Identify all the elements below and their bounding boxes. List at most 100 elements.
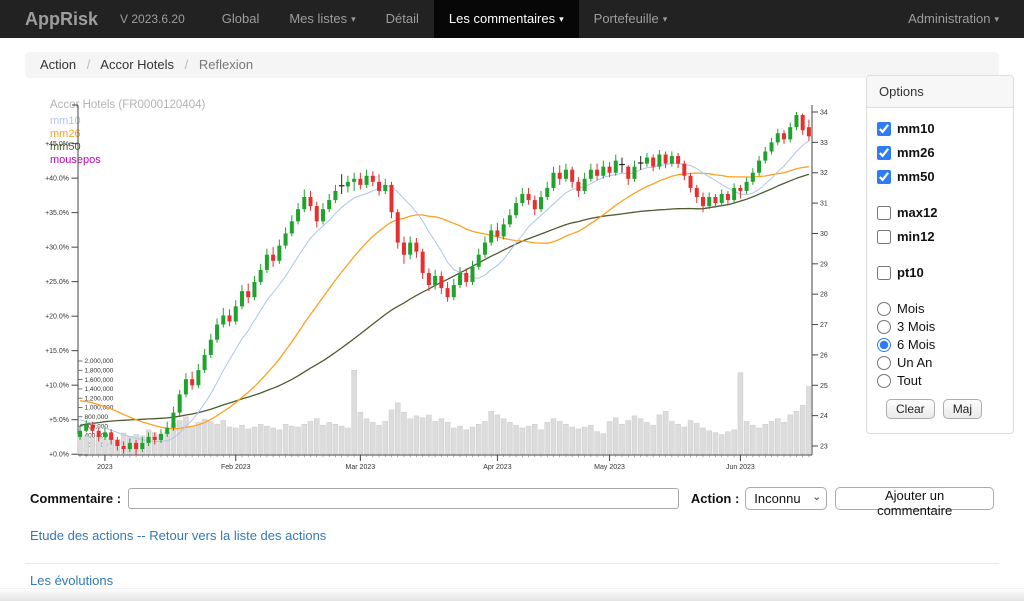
volume-bar (314, 419, 319, 454)
candle-body (240, 291, 244, 306)
breadcrumb-item-accor-hotels[interactable]: Accor Hotels (100, 57, 174, 72)
candle-body (390, 185, 394, 212)
candle-body (664, 155, 668, 164)
checkbox-mm26[interactable]: mm26 (877, 145, 1003, 160)
candle-body (140, 443, 144, 449)
volume-bar (308, 421, 313, 454)
candle-body (539, 197, 543, 209)
un-an-radio[interactable] (877, 356, 891, 370)
candle-body (657, 155, 661, 167)
candle-body (514, 203, 518, 215)
volume-bar (358, 412, 363, 454)
breadcrumb-separator: / (185, 57, 189, 72)
nav-item-mes-listes[interactable]: Mes listes▾ (274, 0, 370, 38)
candlestick-chart[interactable]: Accor Hotels (FR0000120404)mm10mm26mm50m… (28, 93, 850, 475)
price-tick-label: 32 (820, 170, 828, 177)
volume-bar (557, 421, 562, 454)
mm50-checkbox[interactable] (877, 170, 891, 184)
candle-body (165, 428, 169, 434)
checkbox-min12[interactable]: min12 (877, 229, 1003, 244)
candle-body (508, 215, 512, 224)
volume-bar (202, 419, 207, 454)
nav-item-administration[interactable]: Administration▾ (893, 0, 1024, 38)
candle-body (115, 440, 119, 446)
study-actions-link[interactable]: Etude des actions (30, 528, 133, 543)
back-to-list-link[interactable]: Retour vers la liste des actions (149, 528, 326, 543)
nav-item-detail[interactable]: Détail (371, 0, 434, 38)
radio-6-mois[interactable]: 6 Mois (877, 337, 1003, 352)
min12-checkbox[interactable] (877, 230, 891, 244)
candle-body (645, 158, 649, 164)
max12-checkbox[interactable] (877, 206, 891, 220)
breadcrumb-separator: / (87, 57, 91, 72)
6-mois-radio[interactable] (877, 338, 891, 352)
candle-body (576, 182, 580, 191)
volume-bar (426, 415, 431, 454)
checkbox-mm10[interactable]: mm10 (877, 121, 1003, 136)
candle-body (171, 413, 175, 428)
volume-bar (520, 428, 525, 454)
clear-button[interactable]: Clear (886, 399, 935, 419)
volume-bar (595, 432, 600, 454)
x-tick-label: 2023 (97, 464, 113, 471)
comment-input[interactable] (128, 488, 679, 509)
radio-un-an[interactable]: Un An (877, 355, 1003, 370)
options-panel: Options mm10 mm26 mm50 max12 min12 pt10 (866, 75, 1014, 434)
candle-body (196, 370, 200, 385)
volume-bar (682, 427, 687, 454)
candle-body (632, 167, 636, 179)
candle-body (402, 243, 406, 255)
volume-bar (545, 422, 550, 454)
volume-bar (401, 412, 406, 454)
3-mois-radio[interactable] (877, 320, 891, 334)
volume-bar (806, 387, 811, 454)
add-comment-button[interactable]: Ajouter un commentaire (835, 487, 994, 510)
pct-tick-label: +35.0% (45, 210, 69, 217)
legend-mm10: mm10 (50, 115, 81, 127)
candle-body (309, 197, 313, 206)
candle-body (595, 170, 599, 176)
checkbox-pt10[interactable]: pt10 (877, 265, 1003, 280)
checkbox-max12[interactable]: max12 (877, 205, 1003, 220)
radio-mois[interactable]: Mois (877, 301, 1003, 316)
maj-button[interactable]: Maj (943, 399, 982, 419)
pct-tick-label: +25.0% (45, 279, 69, 286)
candle-body (502, 224, 506, 236)
volume-bar (800, 405, 805, 454)
pt10-checkbox[interactable] (877, 266, 891, 280)
candle-body (794, 115, 798, 127)
volume-bar (551, 419, 556, 454)
mm26-checkbox[interactable] (877, 146, 891, 160)
candle-body (564, 170, 568, 179)
price-tick-label: 25 (820, 383, 828, 390)
candle-body (246, 291, 250, 297)
radio-3-mois[interactable]: 3 Mois (877, 319, 1003, 334)
candle-body (608, 167, 612, 173)
nav-item-les-commentaires[interactable]: Les commentaires▾ (434, 0, 579, 38)
candle-body (807, 127, 811, 136)
radio-tout[interactable]: Tout (877, 373, 1003, 388)
volume-bar (190, 426, 195, 454)
checkbox-mm50[interactable]: mm50 (877, 169, 1003, 184)
volume-bar (769, 421, 774, 454)
candle-body (776, 133, 780, 142)
candle-body (520, 194, 524, 203)
mm10-line (80, 141, 809, 442)
mm10-checkbox[interactable] (877, 122, 891, 136)
evolutions-link[interactable]: Les évolutions (30, 573, 113, 588)
candle-body (327, 200, 331, 209)
pct-tick-label: +0.0% (49, 452, 69, 459)
breadcrumb-item-action[interactable]: Action (40, 57, 76, 72)
candle-body (701, 197, 705, 206)
volume-bar (395, 403, 400, 454)
tout-radio[interactable] (877, 374, 891, 388)
candle-body (470, 267, 474, 282)
volume-tick-label: 800,000 (85, 414, 109, 421)
price-tick-label: 23 (820, 444, 828, 451)
mois-radio[interactable] (877, 302, 891, 316)
nav-item-portefeuille[interactable]: Portefeuille▾ (579, 0, 683, 38)
action-select[interactable]: Inconnu (745, 487, 827, 510)
candle-body (527, 194, 531, 200)
pct-tick-label: +45.0% (45, 141, 69, 148)
nav-item-global[interactable]: Global (207, 0, 275, 38)
